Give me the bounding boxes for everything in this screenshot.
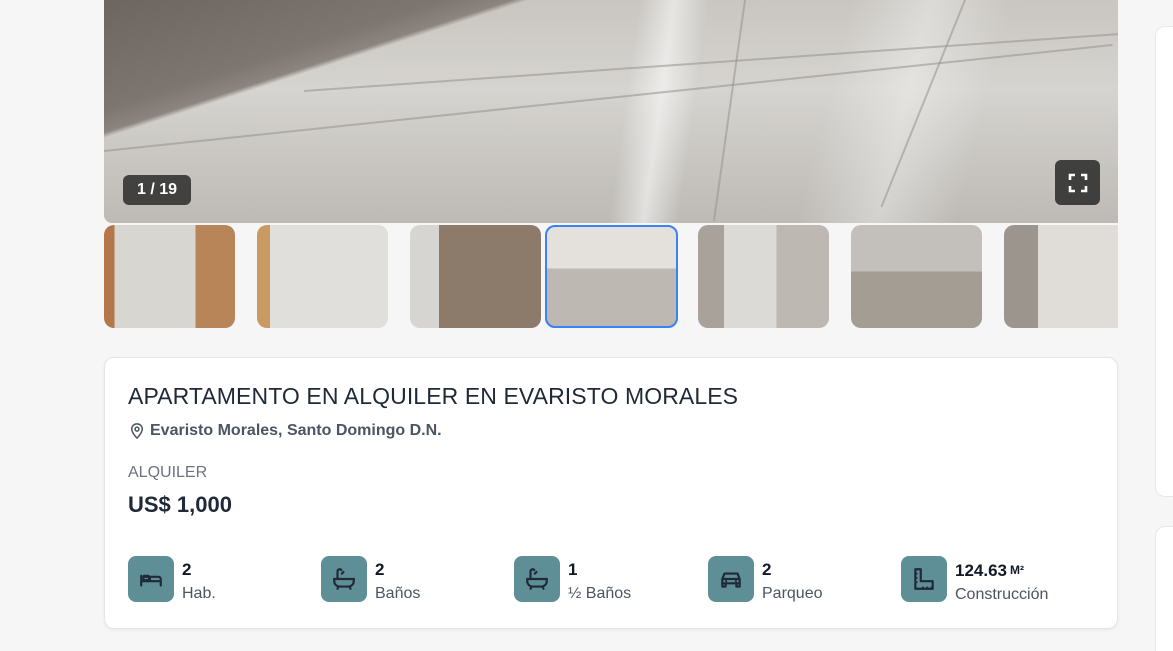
photo-counter: 1 / 19 [123,175,192,205]
sidebar-card [1155,526,1173,651]
car-icon [721,572,741,588]
feature-value-number: 124.63 [955,561,1007,580]
feature-icon-box [514,556,560,602]
feature-icon-box [321,556,367,602]
bed-icon [140,574,162,587]
feature-value: 124.63 M² [955,560,1048,581]
feature-icon-box [128,556,174,602]
listing-location: Evaristo Morales, Santo Domingo D.N. [128,422,442,440]
feature-unit: M² [1010,563,1024,577]
thumbnail[interactable] [851,225,982,328]
feature-bedrooms: 2 Hab. [128,556,216,606]
feature-bathrooms: 2 Baños [321,556,420,606]
thumbnail[interactable] [1004,225,1118,328]
sidebar-card [1155,26,1173,497]
thumbnail-active[interactable] [545,225,678,328]
feature-label: Baños [375,585,421,602]
thumbnail-strip [104,224,1118,329]
feature-icon-box [901,556,947,602]
feature-text: 1 ½ Baños [568,556,631,604]
feature-text: 2 Baños [375,556,420,604]
feature-half-bathrooms: 1 ½ Baños [514,556,631,606]
features-row: 2 Hab. 2 Baños 1 ½ Baños 2 Parqueo 124.6… [128,556,1098,606]
thumbnail[interactable] [257,225,388,328]
thumbnail[interactable] [410,225,541,328]
property-page: 1 / 19 APARTAMENTO EN ALQUILER EN EVARIS… [0,0,1173,651]
feature-value: 2 [375,560,385,579]
listing-info-card: APARTAMENTO EN ALQUILER EN EVARISTO MORA… [104,357,1118,629]
map-pin-icon [130,423,144,440]
feature-label: Parqueo [762,585,823,602]
feature-value: 1 [568,560,578,579]
operation-type: ALQUILER [128,464,208,481]
feature-text: 2 Hab. [182,556,216,604]
feature-label: Construcción [955,586,1049,603]
feature-icon-box [708,556,754,602]
feature-text: 2 Parqueo [762,556,823,604]
bathtub-icon [333,568,355,590]
feature-value: 2 [182,560,192,579]
location-text: Evaristo Morales, Santo Domingo D.N. [150,422,442,439]
feature-value: 2 [762,560,772,579]
listing-title: APARTAMENTO EN ALQUILER EN EVARISTO MORA… [128,383,739,409]
feature-construction: 124.63 M² Construcción [901,556,1048,606]
main-photo[interactable] [104,0,1118,223]
feature-parking: 2 Parqueo [708,556,823,606]
feature-text: 124.63 M² Construcción [955,556,1048,605]
bathtub-icon [526,568,548,590]
thumbnail[interactable] [104,225,235,328]
fullscreen-button[interactable] [1055,160,1100,205]
feature-label: ½ Baños [568,585,632,602]
feature-label: Hab. [182,585,216,602]
floor-plan-icon [914,568,934,590]
price: US$ 1,000 [128,492,232,517]
thumbnail[interactable] [698,225,829,328]
fullscreen-icon [1068,173,1087,192]
